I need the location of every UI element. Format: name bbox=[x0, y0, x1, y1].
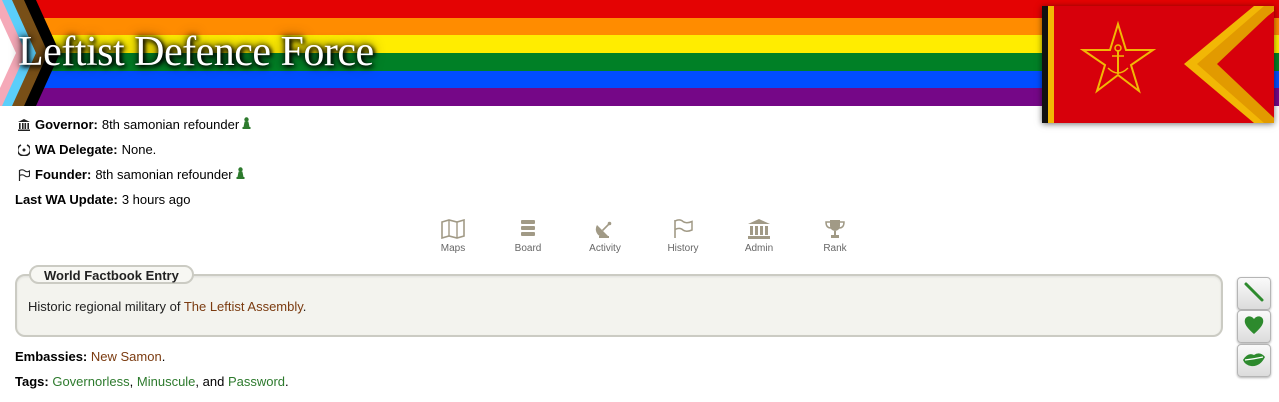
lips-icon bbox=[1242, 350, 1266, 371]
trophy-icon bbox=[805, 218, 865, 240]
founder-label: Founder: bbox=[35, 167, 92, 182]
nav-maps[interactable]: Maps bbox=[423, 218, 483, 254]
factbook-text-prefix: Historic regional military of bbox=[28, 299, 184, 314]
nav-rank-label: Rank bbox=[823, 243, 847, 254]
nav-rank[interactable]: Rank bbox=[805, 218, 865, 254]
factbook-region-link[interactable]: The Leftist Assembly bbox=[184, 299, 303, 314]
board-icon bbox=[498, 218, 558, 240]
tag-link[interactable]: Governorless bbox=[52, 374, 129, 389]
nav-maps-label: Maps bbox=[440, 243, 466, 254]
nav-admin-label: Admin bbox=[744, 243, 774, 254]
founder-name[interactable]: 8th samonian refounder bbox=[95, 167, 232, 182]
factbook-text: Historic regional military of The Leftis… bbox=[28, 299, 306, 314]
governor-label: Governor: bbox=[35, 117, 98, 132]
wa-delegate-value: None. bbox=[121, 142, 157, 157]
pencil-icon bbox=[1242, 280, 1266, 307]
flag-icon bbox=[653, 218, 713, 240]
nav-history-label: History bbox=[667, 243, 699, 254]
wa-delegate-icon bbox=[17, 143, 30, 156]
last-update-label: Last WA Update: bbox=[15, 192, 118, 207]
wa-delegate-label: WA Delegate: bbox=[35, 142, 118, 157]
tags-line: Tags: Governorless, Minusculе, and Passw… bbox=[15, 374, 289, 389]
tag-link[interactable]: Minusculе bbox=[137, 374, 196, 389]
embassies-line: Embassies: New Samon. bbox=[15, 349, 165, 364]
satellite-dish-icon bbox=[575, 218, 635, 240]
last-update-value: 3 hours ago bbox=[121, 192, 191, 207]
factbook-text-suffix: . bbox=[302, 299, 307, 314]
nav-activity-label: Activity bbox=[589, 243, 621, 254]
nav-board-label: Board bbox=[514, 243, 542, 254]
heart-icon bbox=[1243, 314, 1265, 339]
government-building-icon bbox=[17, 118, 30, 131]
endorse-heart-button[interactable] bbox=[1237, 310, 1271, 343]
nav-board[interactable]: Board bbox=[498, 218, 558, 254]
flag-outline-icon bbox=[17, 168, 30, 181]
embassies-suffix: . bbox=[161, 349, 166, 364]
admin-building-icon bbox=[729, 218, 789, 240]
embassies-label: Embassies: bbox=[15, 349, 88, 364]
governor-name[interactable]: 8th samonian refounder bbox=[102, 117, 239, 132]
tags-label: Tags: bbox=[15, 374, 49, 389]
kiss-button[interactable] bbox=[1237, 344, 1271, 377]
last-wa-update-line: Last WA Update: 3 hours ago bbox=[15, 192, 190, 207]
embassy-link[interactable]: New Samon bbox=[91, 349, 162, 364]
governor-line: Governor: 8th samonian refounder bbox=[17, 117, 251, 132]
wa-delegate-line: WA Delegate: None. bbox=[17, 142, 156, 157]
nav-activity[interactable]: Activity bbox=[575, 218, 635, 254]
nav-history[interactable]: History bbox=[653, 218, 713, 254]
pawn-icon bbox=[236, 167, 245, 182]
edit-factbook-button[interactable] bbox=[1237, 277, 1271, 310]
pawn-icon bbox=[242, 117, 251, 132]
factbook-title: World Factbook Entry bbox=[29, 265, 194, 284]
founder-line: Founder: 8th samonian refounder bbox=[17, 167, 245, 182]
map-icon bbox=[423, 218, 483, 240]
tag-link[interactable]: Password bbox=[228, 374, 285, 389]
region-title: Leftist Defence Force bbox=[18, 29, 374, 75]
region-flag[interactable] bbox=[1042, 6, 1274, 123]
nav-admin[interactable]: Admin bbox=[729, 218, 789, 254]
